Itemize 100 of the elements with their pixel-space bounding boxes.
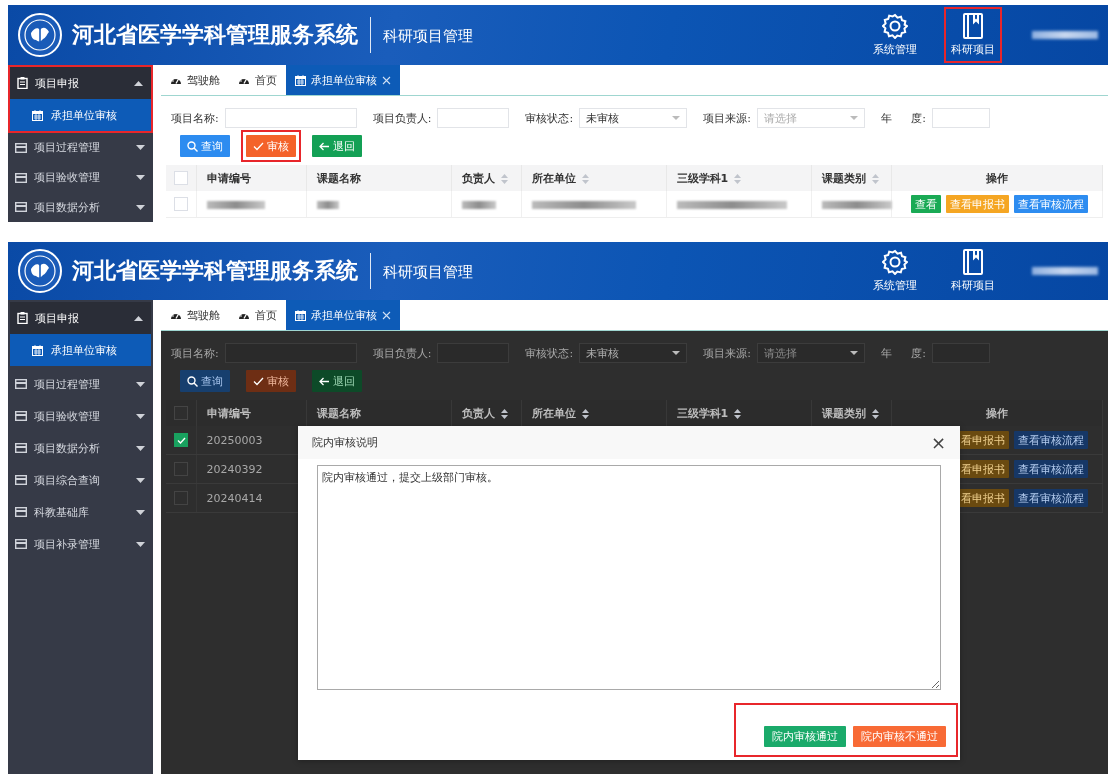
card-icon — [15, 142, 27, 153]
row-action-button[interactable]: 看申报书 — [957, 460, 1009, 478]
book-icon — [962, 249, 984, 275]
tab[interactable]: 驾驶舱 — [161, 65, 229, 95]
card-icon — [15, 172, 27, 183]
sort-icon — [871, 408, 879, 419]
checkbox[interactable] — [174, 433, 188, 447]
row-action-button[interactable]: 查看审核流程 — [1014, 431, 1088, 449]
close-icon — [382, 75, 391, 85]
column-header: 课题名称 — [316, 171, 361, 185]
sort-icon — [581, 408, 589, 419]
column-header: 操作 — [985, 406, 1008, 420]
sidebar-item[interactable]: 项目验收管理 — [8, 162, 153, 193]
sidebar-subitem[interactable]: 承担单位审核 — [10, 334, 151, 366]
select-field[interactable]: 未审核 — [579, 108, 688, 128]
caret-up-icon — [134, 80, 143, 86]
sidebar-item[interactable]: 项目过程管理 — [8, 133, 153, 163]
column-header: 负责人 — [461, 171, 495, 185]
calendar-icon — [295, 74, 306, 86]
sidebar-item[interactable]: 项目综合查询 — [8, 464, 153, 496]
dialog-title: 院内审核说明 — [312, 435, 378, 450]
search-icon — [187, 375, 198, 387]
sidebar-item[interactable]: 项目申报 — [10, 67, 151, 99]
caret-down-icon — [136, 509, 145, 515]
caret-down-icon — [136, 477, 145, 483]
select-field[interactable]: 请选择 — [756, 343, 865, 363]
clipboard-icon — [17, 77, 28, 89]
tab[interactable]: 首页 — [229, 65, 286, 95]
column-header: 负责人 — [461, 406, 495, 420]
row-action-button[interactable]: 看申报书 — [957, 489, 1009, 507]
tab[interactable]: 首页 — [229, 300, 286, 330]
column-header: 三级学科1 — [676, 406, 729, 420]
module-title: 科研项目管理 — [383, 263, 473, 282]
calendar-icon — [32, 344, 43, 356]
column-header: 申请编号 — [206, 406, 251, 420]
audit-button[interactable]: 审核 — [246, 370, 296, 392]
sidebar-subitem[interactable]: 承担单位审核 — [10, 99, 151, 131]
book-icon — [962, 13, 984, 39]
row-action-button[interactable]: 查看审核流程 — [1014, 489, 1088, 507]
table-cell: 20250003 — [206, 433, 263, 447]
close-button[interactable]: × — [926, 433, 950, 452]
app-title: 河北省医学学科管理服务系统 — [72, 21, 358, 49]
field-label: 审核状态: — [525, 345, 574, 361]
card-icon — [15, 202, 27, 213]
column-header: 课题类别 — [821, 171, 866, 185]
sort-icon — [500, 408, 508, 419]
check-icon — [253, 376, 264, 386]
caret-down-icon — [136, 381, 145, 387]
caret-down-icon — [136, 145, 145, 151]
column-header: 操作 — [985, 171, 1008, 185]
tab[interactable]: 承担单位审核 — [286, 65, 400, 95]
sort-icon — [871, 173, 879, 184]
nav-button[interactable]: 系统管理 — [866, 243, 924, 299]
blurred-username — [1032, 31, 1098, 39]
blurred-username — [1032, 267, 1098, 275]
card-icon — [15, 507, 27, 517]
table-cell: 20240392 — [206, 462, 263, 476]
tab[interactable]: 承担单位审核 — [286, 300, 400, 330]
caret-down-icon — [136, 541, 145, 547]
nav-button[interactable]: 系统管理 — [866, 7, 924, 63]
sidebar-item[interactable]: 项目申报 — [10, 302, 151, 334]
sidebar-item[interactable]: 项目过程管理 — [8, 368, 153, 400]
tab[interactable]: 驾驶舱 — [161, 300, 229, 330]
search-button[interactable]: 查询 — [180, 370, 230, 392]
sort-icon — [500, 173, 508, 184]
table-cell: 20240414 — [206, 491, 263, 505]
caret-down-icon — [136, 204, 145, 210]
nav-button[interactable]: 科研项目 — [944, 7, 1002, 63]
nav-button[interactable]: 科研项目 — [944, 243, 1002, 299]
card-icon — [15, 475, 27, 485]
column-header: 课题名称 — [316, 406, 361, 420]
arrow-left-icon — [319, 376, 330, 386]
sidebar-item[interactable]: 项目数据分析 — [8, 432, 153, 464]
column-header: 课题类别 — [821, 406, 866, 420]
module-title: 科研项目管理 — [383, 27, 473, 46]
field-label: 年 度: — [880, 345, 927, 361]
close-icon — [382, 310, 391, 320]
sort-icon — [581, 173, 589, 184]
emblem-logo — [18, 249, 62, 293]
card-icon — [15, 379, 27, 389]
column-header: 申请编号 — [206, 171, 251, 185]
search-icon — [187, 140, 198, 152]
text-area[interactable]: 院内审核通过，提交上级部门审核。 — [317, 465, 941, 690]
emblem-logo — [18, 13, 62, 57]
return-button[interactable]: 退回 — [312, 370, 362, 392]
sidebar-item[interactable]: 科教基础库 — [8, 496, 153, 528]
row-action-button[interactable]: 查看审核流程 — [1014, 460, 1088, 478]
sidebar-item[interactable]: 项目补录管理 — [8, 528, 153, 560]
checkbox[interactable] — [174, 406, 188, 420]
sidebar-item[interactable]: 项目验收管理 — [8, 400, 153, 432]
sidebar-item[interactable]: 项目数据分析 — [8, 192, 153, 222]
calendar-icon — [32, 109, 43, 121]
column-header: 所在单位 — [531, 406, 576, 420]
field-label: 审核状态: — [525, 110, 574, 126]
arrow-left-icon — [319, 141, 330, 151]
dropdown-caret-icon — [672, 351, 681, 355]
caret-up-icon — [134, 315, 143, 321]
row-action-button[interactable]: 看申报书 — [957, 431, 1009, 449]
select-field[interactable]: 未审核 — [579, 343, 688, 363]
card-icon — [15, 539, 27, 549]
